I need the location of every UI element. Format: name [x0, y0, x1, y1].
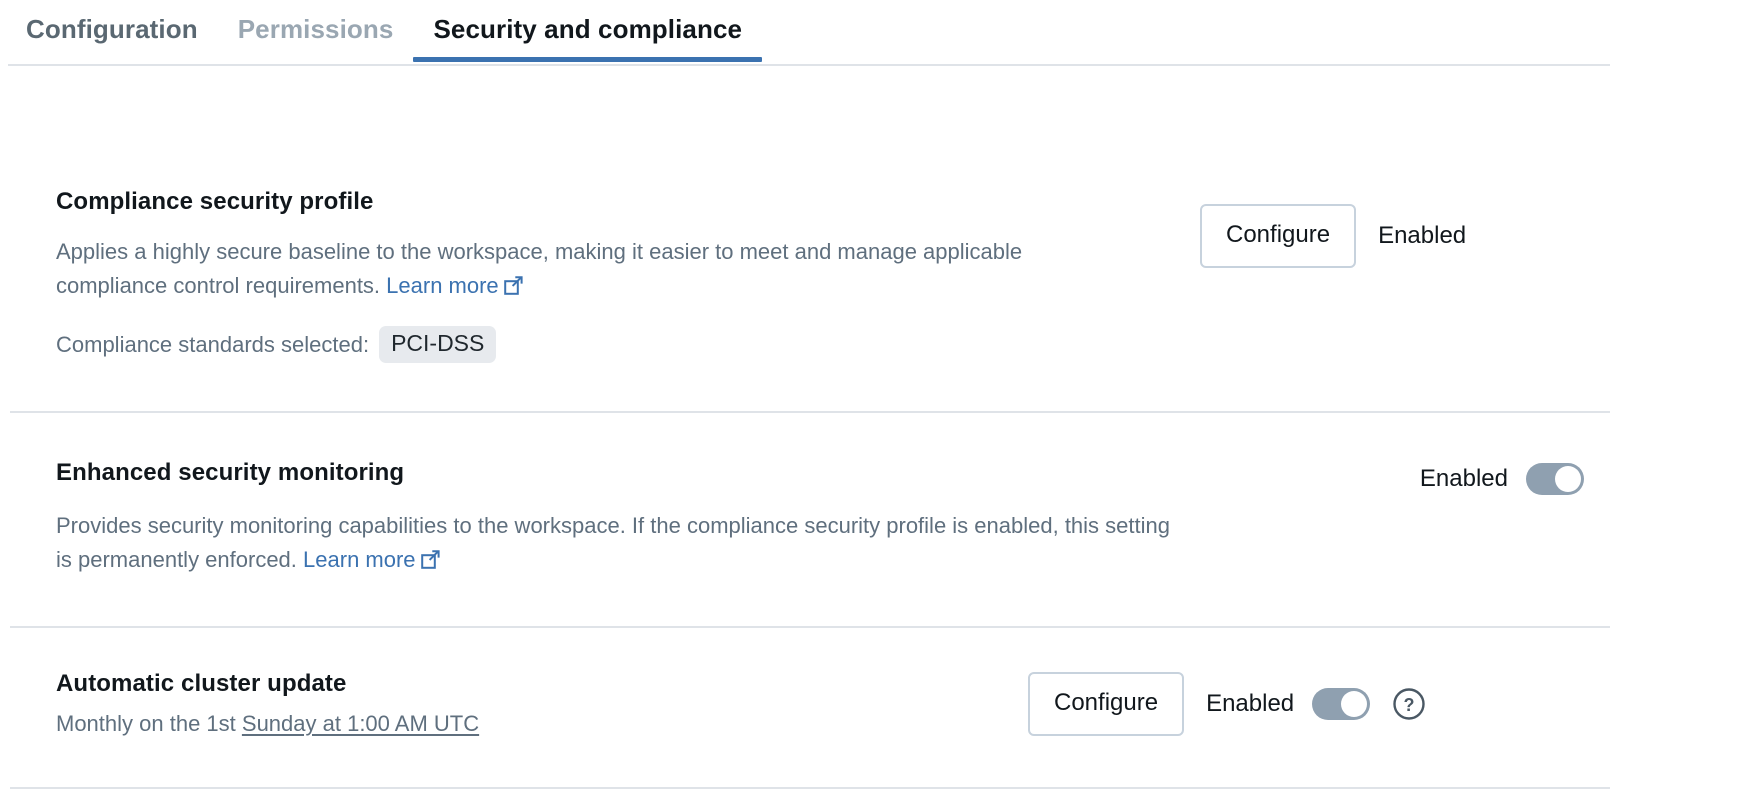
monitoring-section-description: Provides security monitoring capabilitie…: [56, 509, 1186, 579]
compliance-status-label: Enabled: [1378, 222, 1466, 250]
compliance-standard-badge-pci-dss: PCI-DSS: [379, 326, 496, 363]
monitoring-learn-more-label: Learn more: [303, 547, 416, 572]
help-circle-icon[interactable]: ?: [1392, 687, 1426, 721]
monitoring-learn-more-link[interactable]: Learn more: [303, 547, 440, 572]
autoupdate-schedule-prefix: Monthly on the 1st: [56, 711, 242, 736]
compliance-learn-more-link[interactable]: Learn more: [386, 273, 523, 298]
monitoring-status-label: Enabled: [1420, 465, 1508, 493]
compliance-section-title: Compliance security profile: [56, 188, 1206, 216]
autoupdate-configure-button[interactable]: Configure: [1028, 672, 1184, 736]
autoupdate-schedule-text: Monthly on the 1st Sunday at 1:00 AM UTC: [56, 707, 1186, 741]
svg-text:?: ?: [1404, 695, 1415, 715]
tab-bar: Configuration Permissions Security and c…: [0, 0, 1748, 66]
section-enhanced-security-monitoring: Enhanced security monitoring Provides se…: [0, 413, 1748, 579]
settings-content: Compliance security profile Applies a hi…: [0, 66, 1748, 789]
compliance-learn-more-label: Learn more: [386, 273, 499, 298]
toggle-knob: [1341, 691, 1367, 717]
tab-configuration-label: Configuration: [26, 14, 198, 44]
monitoring-enabled-toggle[interactable]: [1526, 463, 1584, 495]
tab-list: Configuration Permissions Security and c…: [0, 0, 1748, 62]
autoupdate-schedule-link[interactable]: Sunday at 1:00 AM UTC: [242, 711, 479, 736]
compliance-section-body: Compliance security profile Applies a hi…: [56, 188, 1206, 363]
monitoring-description-text: Provides security monitoring capabilitie…: [56, 513, 1170, 572]
compliance-description-text: Applies a highly secure baseline to the …: [56, 239, 1022, 298]
tab-permissions[interactable]: Permissions: [218, 16, 414, 62]
tab-bar-divider: [8, 64, 1610, 66]
external-link-icon: [504, 271, 523, 305]
tab-configuration[interactable]: Configuration: [6, 16, 218, 62]
compliance-section-description: Applies a highly secure baseline to the …: [56, 235, 1116, 305]
external-link-icon: [421, 545, 440, 579]
tab-security-and-compliance[interactable]: Security and compliance: [413, 16, 762, 62]
autoupdate-status-label: Enabled: [1206, 690, 1294, 718]
section-compliance-security-profile: Compliance security profile Applies a hi…: [0, 66, 1748, 363]
compliance-section-controls: Configure Enabled: [1200, 188, 1748, 268]
section-automatic-cluster-update: Automatic cluster update Monthly on the …: [0, 628, 1748, 741]
toggle-knob: [1555, 466, 1581, 492]
monitoring-section-body: Enhanced security monitoring Provides se…: [56, 459, 1206, 579]
compliance-configure-button[interactable]: Configure: [1200, 204, 1356, 268]
autoupdate-enabled-toggle[interactable]: [1312, 688, 1370, 720]
tab-permissions-label: Permissions: [238, 14, 394, 44]
monitoring-section-controls: Enabled: [1206, 459, 1748, 495]
monitoring-section-title: Enhanced security monitoring: [56, 459, 1206, 487]
compliance-standards-row: Compliance standards selected: PCI-DSS: [56, 326, 1206, 363]
tab-security-and-compliance-label: Security and compliance: [433, 14, 742, 44]
compliance-standards-label: Compliance standards selected:: [56, 332, 369, 358]
divider-after-autoupdate: [10, 787, 1610, 789]
autoupdate-section-controls: Configure Enabled ?: [1028, 670, 1748, 736]
